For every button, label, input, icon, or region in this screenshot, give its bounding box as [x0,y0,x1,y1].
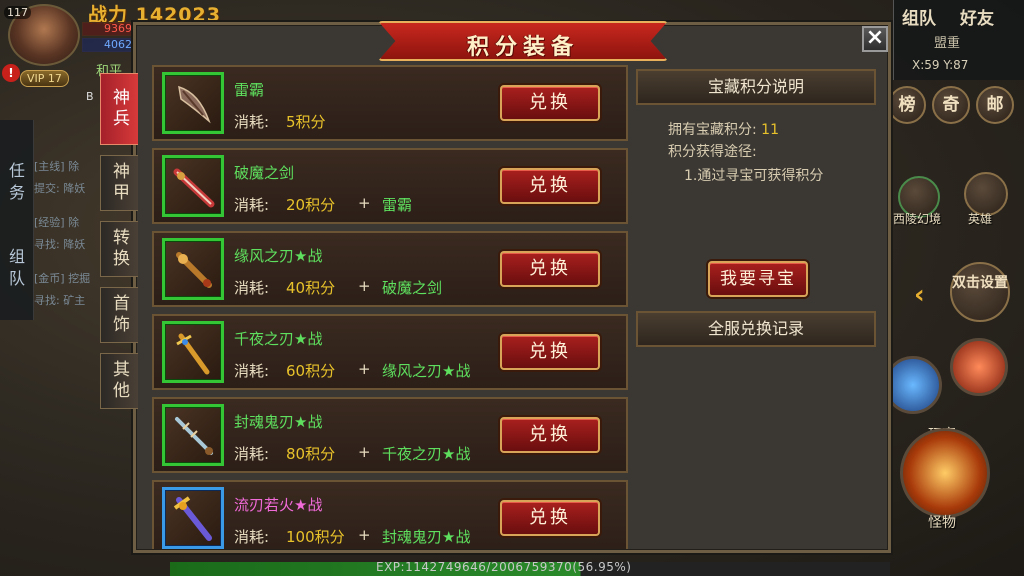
item-list[interactable]: 雷霸 消耗: 5积分 兑换 破魔之剑 消耗: 20积分 + 雷霸 兑换 缘风之刃… [152,65,628,549]
treasure-hunt-button[interactable]: 我要寻宝 [708,261,808,297]
list-item: 千夜之刃★战 消耗: 60积分 + 缘风之刃★战 兑换 [152,314,628,390]
points-info-header: 宝藏积分说明 [636,69,876,105]
tab-jewelry[interactable]: 首饰 [100,287,138,343]
exchange-button[interactable]: 兑换 [500,168,600,204]
cost-value: 5积分 [286,113,326,131]
minimap[interactable]: 组队 好友 盟重 X:59 Y:87 [893,0,1024,80]
vip-badge[interactable]: VIP 17 [20,70,69,87]
cost-value: 100积分 [286,528,345,546]
owned-points: 拥有宝藏积分: 11 [668,122,779,138]
attack-icon[interactable] [900,428,990,518]
chevron-left-icon[interactable]: ‹ [914,280,925,310]
exchange-button[interactable]: 兑换 [500,251,600,287]
weapon-icon[interactable] [162,404,224,466]
alert-icon[interactable]: ! [2,64,20,82]
cost-label: 消耗: [234,362,270,380]
plus-sign: + [358,360,371,378]
team-button[interactable]: 组队 [902,4,936,29]
tab-other[interactable]: 其他 [100,353,138,409]
plus-sign: + [358,443,371,461]
required-item: 千夜之刃★战 [382,445,471,463]
weapon-icon[interactable] [162,321,224,383]
skill-fire-icon[interactable] [950,338,1008,396]
required-item: 破魔之剑 [382,279,443,297]
required-item: 雷霸 [382,196,413,214]
plus-sign: + [358,277,371,295]
item-name: 封魂鬼刃★战 [234,413,323,431]
mp-value: 4062 [104,38,132,51]
tab-armor[interactable]: 神甲 [100,155,138,211]
exchange-button[interactable]: 兑换 [500,334,600,370]
item-name: 缘风之刃★战 [234,247,323,265]
list-item: 封魂鬼刃★战 消耗: 80积分 + 千夜之刃★战 兑换 [152,397,628,473]
exp-text: EXP:1142749646/2006759370(56.95%) [376,560,632,574]
plus-sign: + [358,526,371,544]
info-panel: 宝藏积分说明 拥有宝藏积分: 11 积分获得途径: 1.通过寻宝可获得积分 我要… [636,65,876,549]
cost-label: 消耗: [234,196,270,214]
list-item: 破魔之剑 消耗: 20积分 + 雷霸 兑换 [152,148,628,224]
tab-convert[interactable]: 转换 [100,221,138,277]
cost-value: 60积分 [286,362,336,380]
list-item: 流刃若火★战 消耗: 100积分 + 封魂鬼刃★战 兑换 [152,480,628,549]
skill-ice-icon[interactable] [884,356,942,414]
quest-panel: 任务 组队 [0,120,34,320]
item-name: 千夜之刃★战 [234,330,323,348]
ways-label: 积分获得途径: [668,144,757,160]
exchange-button[interactable]: 兑换 [500,417,600,453]
cost-label: 消耗: [234,279,270,297]
tab-quest[interactable]: 任务 [6,160,28,204]
hp-value: 9369 [104,22,132,35]
close-icon[interactable]: × [862,26,888,52]
cost-value: 20积分 [286,196,336,214]
weapon-icon[interactable] [162,155,224,217]
hero-label: 英雄 [968,212,993,226]
cost-value: 40积分 [286,279,336,297]
tab-weapon[interactable]: 神兵 [100,73,138,145]
plus-sign: + [358,194,371,212]
category-tabs: 神兵 神甲 转换 首饰 其他 [100,73,138,419]
weapon-icon[interactable] [162,238,224,300]
exchange-button[interactable]: 兑换 [500,500,600,536]
points-equipment-dialog: 积分装备 × 神兵 神甲 转换 首饰 其他 雷霸 消耗: 5积分 兑换 破魔之剑… [100,21,891,553]
way-line: 1.通过寻宝可获得积分 [684,168,824,184]
double-click-setting[interactable]: 双击设置 [950,262,1010,322]
points-value: 11 [761,122,779,138]
required-item: 缘风之刃★战 [382,362,471,380]
required-item: 封魂鬼刃★战 [382,528,471,546]
item-name: 流刃若火★战 [234,496,323,514]
mail-icon[interactable]: 邮 [976,86,1014,124]
friend-button[interactable]: 好友 [960,4,994,29]
map-name: 盟重 [934,36,961,51]
cost-value: 80积分 [286,445,336,463]
west-realm-label: 西陵幻境 [893,212,942,226]
item-name: 破魔之剑 [234,164,295,182]
target-monster-label: 怪物 [928,515,956,531]
exchange-record-button[interactable]: 全服兑换记录 [636,311,876,347]
weapon-icon[interactable] [162,487,224,549]
tab-team[interactable]: 组队 [6,246,28,290]
title-ribbon: 积分装备 [378,21,668,61]
weapon-icon[interactable] [162,72,224,134]
exchange-button[interactable]: 兑换 [500,85,600,121]
cost-label: 消耗: [234,528,270,546]
oddity-icon[interactable]: 奇 [932,86,970,124]
list-item: 缘风之刃★战 消耗: 40积分 + 破魔之剑 兑换 [152,231,628,307]
cost-label: 消耗: [234,445,270,463]
player-level: 117 [4,6,31,19]
list-item: 雷霸 消耗: 5积分 兑换 [152,65,628,141]
cost-label: 消耗: [234,113,270,131]
item-name: 雷霸 [234,81,265,99]
dialog-title: 积分装备 [466,34,579,60]
map-coordinates: X:59 Y:87 [912,58,969,72]
ranking-icon[interactable]: 榜 [888,86,926,124]
